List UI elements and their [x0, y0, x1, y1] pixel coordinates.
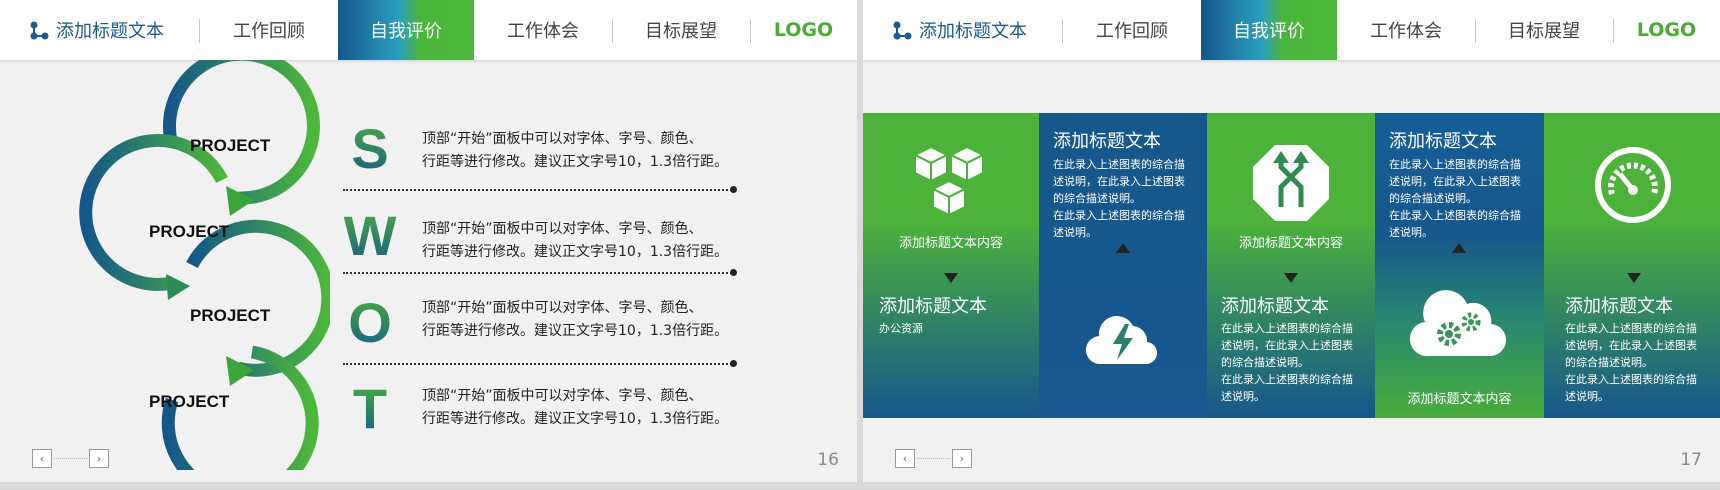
- top-navigation: 添加标题文本 工作回顾 自我评价 工作体会 目标展望 LOGO: [0, 0, 857, 60]
- description-line: 在此录入上述图表的综合描: [1053, 158, 1185, 171]
- nav-brand[interactable]: 添加标题文本: [891, 0, 1061, 60]
- description-line: 在此录入上述图表的综合描: [1565, 322, 1697, 335]
- cloud-lightning-icon: [1085, 316, 1158, 365]
- tab-work-review[interactable]: 工作回顾: [1063, 0, 1201, 60]
- block-description: 在此录入上述图表的综合描 述说明，在此录入上述图表 的综合描述说明。 在此录入上…: [1565, 320, 1697, 405]
- block-description: 在此录入上述图表的综合描 述说明，在此录入上述图表 的综合描述说明。 在此录入上…: [1389, 156, 1521, 241]
- page-number: 17: [1680, 450, 1702, 470]
- prev-slide-button[interactable]: ‹: [895, 449, 915, 468]
- block-title: 添加标题文本: [879, 296, 987, 317]
- cubes-icon: [912, 145, 986, 217]
- prev-slide-button[interactable]: ‹: [32, 449, 52, 468]
- arrow-down-icon: [944, 273, 958, 283]
- next-slide-button[interactable]: ›: [952, 449, 972, 468]
- tab-goals[interactable]: 目标展望: [1475, 0, 1613, 60]
- block-description: 在此录入上述图表的综合描 述说明，在此录入上述图表 的综合描述说明。 在此录入上…: [1053, 156, 1185, 241]
- description-line: 的综合描述说明。: [1221, 356, 1309, 369]
- slide-pager: ‹ ›: [895, 449, 972, 468]
- block-title: 添加标题文本: [1389, 131, 1497, 152]
- description-line: 顶部“开始”面板中可以对字体、字号、颜色、: [422, 300, 703, 316]
- cloud-gears-icon: [1409, 290, 1507, 357]
- arrow-up-icon: [1452, 243, 1466, 253]
- block-title: 添加标题文本: [1221, 296, 1329, 317]
- slide-17: 添加标题文本 工作回顾 自我评价 工作体会 目标展望 LOGO 添加标题文本内容…: [863, 0, 1720, 482]
- cubes-caption: 添加标题文本内容: [898, 236, 1003, 251]
- swot-description: 顶部“开始”面板中可以对字体、字号、颜色、 行距等进行修改。建议正文字号10，1…: [422, 218, 752, 264]
- description-line: 顶部“开始”面板中可以对字体、字号、颜色、: [422, 388, 703, 404]
- tab-goals[interactable]: 目标展望: [612, 0, 750, 60]
- block-description: 在此录入上述图表的综合描 述说明，在此录入上述图表 的综合描述说明。 在此录入上…: [1221, 320, 1353, 405]
- swot-description: 顶部“开始”面板中可以对字体、字号、颜色、 行距等进行修改。建议正文字号10，1…: [422, 385, 752, 431]
- description-line: 在此录入上述图表的综合描: [1221, 373, 1353, 386]
- description-line: 顶部“开始”面板中可以对字体、字号、颜色、: [422, 131, 703, 147]
- tab-work-review[interactable]: 工作回顾: [200, 0, 338, 60]
- description-line: 行距等进行修改。建议正文字号10，1.3倍行距。: [422, 154, 729, 170]
- block-title: 添加标题文本: [1053, 131, 1161, 152]
- description-line: 行距等进行修改。建议正文字号10，1.3倍行距。: [422, 244, 729, 260]
- description-line: 述说明，在此录入上述图表: [1389, 175, 1521, 188]
- divider-dot: [730, 360, 737, 367]
- divider-line: [343, 272, 735, 274]
- project-label: PROJECT: [190, 306, 271, 325]
- swot-letter-o: O: [330, 290, 410, 355]
- description-line: 的综合描述说明。: [1389, 192, 1477, 205]
- description-line: 在此录入上述图表的综合描: [1389, 209, 1521, 222]
- arrow-down-icon: [1284, 273, 1298, 283]
- description-line: 的综合描述说明。: [1053, 192, 1141, 205]
- nav-brand[interactable]: 添加标题文本: [28, 0, 198, 60]
- description-line: 述说明。: [1053, 226, 1097, 239]
- block-subtitle: 办公资源: [879, 322, 923, 335]
- description-line: 在此录入上述图表的综合描: [1389, 158, 1521, 171]
- logo: LOGO: [773, 19, 834, 41]
- pager-dots: [917, 458, 950, 459]
- project-label: PROJECT: [149, 222, 230, 241]
- speedometer-icon: [1595, 147, 1671, 223]
- merge-arrows-icon: [1253, 145, 1329, 221]
- swot-letter-t: T: [330, 376, 410, 441]
- project-label: PROJECT: [149, 392, 230, 411]
- divider-dot: [730, 186, 737, 193]
- block-title: 添加标题文本: [1565, 296, 1673, 317]
- nav-brand-label: 添加标题文本: [919, 21, 1027, 42]
- description-line: 顶部“开始”面板中可以对字体、字号、颜色、: [422, 221, 703, 237]
- slide-pager: ‹ ›: [32, 449, 109, 468]
- swot-letter-s: S: [330, 116, 410, 181]
- share-nodes-icon: [30, 21, 49, 40]
- divider-line: [343, 189, 735, 191]
- swot-letter-w: W: [330, 203, 410, 268]
- description-line: 在此录入上述图表的综合描: [1053, 209, 1185, 222]
- next-slide-button[interactable]: ›: [89, 449, 109, 468]
- description-line: 述说明。: [1221, 390, 1265, 403]
- tab-self-evaluation[interactable]: 自我评价: [1201, 0, 1337, 60]
- description-line: 述说明。: [1565, 390, 1609, 403]
- description-line: 行距等进行修改。建议正文字号10，1.3倍行距。: [422, 323, 729, 339]
- divider-line: [343, 363, 735, 365]
- description-line: 述说明。: [1389, 226, 1433, 239]
- swot-description: 顶部“开始”面板中可以对字体、字号、颜色、 行距等进行修改。建议正文字号10，1…: [422, 297, 752, 343]
- description-line: 述说明，在此录入上述图表: [1053, 175, 1185, 188]
- description-line: 述说明，在此录入上述图表: [1565, 339, 1697, 352]
- top-navigation: 添加标题文本 工作回顾 自我评价 工作体会 目标展望 LOGO: [863, 0, 1720, 60]
- pager-dots: [54, 458, 87, 459]
- arrow-up-icon: [1116, 243, 1130, 253]
- divider-dot: [730, 269, 737, 276]
- description-line: 行距等进行修改。建议正文字号10，1.3倍行距。: [422, 411, 729, 427]
- description-line: 的综合描述说明。: [1565, 356, 1653, 369]
- arrow-down-icon: [1627, 273, 1641, 283]
- logo: LOGO: [1636, 19, 1697, 41]
- description-line: 在此录入上述图表的综合描: [1221, 322, 1353, 335]
- slide-16: 添加标题文本 工作回顾 自我评价 工作体会 目标展望 LOGO PROJECT …: [0, 0, 857, 482]
- nav-brand-label: 添加标题文本: [56, 21, 164, 42]
- description-line: 述说明，在此录入上述图表: [1221, 339, 1353, 352]
- tab-work-experience[interactable]: 工作体会: [1337, 0, 1475, 60]
- gears-caption: 添加标题文本内容: [1407, 392, 1512, 407]
- merge-caption: 添加标题文本内容: [1238, 236, 1343, 251]
- swot-description: 顶部“开始”面板中可以对字体、字号、颜色、 行距等进行修改。建议正文字号10，1…: [422, 128, 752, 174]
- description-line: 在此录入上述图表的综合描: [1565, 373, 1697, 386]
- tab-self-evaluation[interactable]: 自我评价: [338, 0, 474, 60]
- tab-work-experience[interactable]: 工作体会: [474, 0, 612, 60]
- project-label: PROJECT: [190, 136, 271, 155]
- share-nodes-icon: [893, 21, 912, 40]
- page-number: 16: [817, 450, 839, 470]
